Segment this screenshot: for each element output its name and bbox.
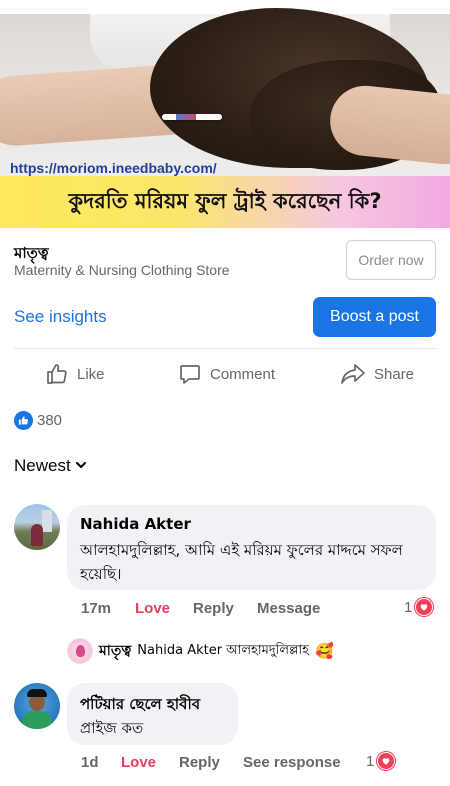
smiling-face-with-hearts-icon: 🥰 xyxy=(314,642,334,660)
avatar-cap xyxy=(27,689,47,697)
comment-text: আলহামদুলিল্লাহ, আমি এই মরিয়ম ফুলের মাদ্… xyxy=(80,541,403,583)
page-category: Maternity & Nursing Clothing Store xyxy=(14,262,230,278)
comment-reaction-count[interactable]: 1 xyxy=(404,598,434,616)
thumbs-up-icon xyxy=(45,362,69,386)
heart-icon xyxy=(415,598,434,616)
reply-button[interactable]: Reply xyxy=(193,600,234,617)
like-button[interactable]: Like xyxy=(45,360,105,388)
avatar-person xyxy=(31,524,43,546)
comment-reaction-number: 1 xyxy=(404,598,413,616)
love-button[interactable]: Love xyxy=(135,600,170,617)
comment-reaction-number: 1 xyxy=(366,752,375,770)
comment-bubble[interactable]: পটিয়ার ছেলে হাবীব প্রাইজ কত xyxy=(67,683,238,745)
page-info-row: মাতৃত্ব Maternity & Nursing Clothing Sto… xyxy=(0,228,450,288)
order-now-button[interactable]: Order now xyxy=(346,240,436,280)
post-banner: কুদরতি মরিয়ম ফুল ট্রাই করেছেন কি? xyxy=(0,176,450,228)
post-image[interactable]: https://moriom.ineedbaby.com/ xyxy=(0,0,450,176)
comment-text: প্রাইজ কত xyxy=(80,719,144,737)
image-url-text: https://moriom.ineedbaby.com/ xyxy=(10,160,217,176)
share-arrow-icon xyxy=(340,362,366,386)
reply-text: Nahida Akter আলহামদুলিল্লাহ xyxy=(137,642,309,658)
boost-post-button[interactable]: Boost a post xyxy=(313,297,436,337)
comment-bubble[interactable]: Nahida Akter আলহামদুলিল্লাহ, আমি এই মরিয… xyxy=(67,505,436,590)
reply-button[interactable]: Reply xyxy=(179,754,220,771)
comment-time: 17m xyxy=(81,600,112,617)
comment-author[interactable]: পটিয়ার ছেলে হাবীব xyxy=(80,693,200,718)
share-button[interactable]: Share xyxy=(340,360,414,388)
comment-bubble-icon xyxy=(178,362,202,386)
reactions-summary[interactable]: 380 xyxy=(14,411,62,430)
comment-author[interactable]: Nahida Akter xyxy=(80,515,191,533)
reaction-count: 380 xyxy=(37,412,63,429)
avatar-building xyxy=(42,510,52,532)
see-insights-link[interactable]: See insights xyxy=(14,307,107,327)
page-avatar xyxy=(67,638,93,664)
share-label: Share xyxy=(374,365,415,383)
see-response-button[interactable]: See response xyxy=(243,754,341,771)
reply-author: মাতৃত্ব xyxy=(99,643,132,659)
avatar-shirt xyxy=(22,711,52,729)
like-reaction-icon xyxy=(14,411,33,430)
banner-text: কুদরতি মরিয়ম ফুল ট্রাই করেছেন কি? xyxy=(68,188,382,213)
divider xyxy=(14,348,436,349)
chevron-down-icon xyxy=(75,456,87,476)
comment-button[interactable]: Comment xyxy=(178,360,275,388)
avatar[interactable] xyxy=(14,683,60,729)
sort-label: Newest xyxy=(14,456,71,475)
love-button[interactable]: Love xyxy=(121,754,156,771)
like-label: Like xyxy=(77,365,105,383)
pregnancy-test-strip xyxy=(162,114,222,120)
heart-icon xyxy=(377,752,396,770)
avatar[interactable] xyxy=(14,504,60,550)
comment-label: Comment xyxy=(210,365,276,383)
reply-preview[interactable]: মাতৃত্ব Nahida Akter আলহামদুলিল্লাহ 🥰 xyxy=(67,637,334,665)
comment-reaction-count[interactable]: 1 xyxy=(366,752,396,770)
message-button[interactable]: Message xyxy=(257,600,320,617)
comment-time: 1d xyxy=(81,754,99,771)
comment-sort-dropdown[interactable]: Newest xyxy=(14,456,87,476)
image-top-edge xyxy=(0,0,450,14)
